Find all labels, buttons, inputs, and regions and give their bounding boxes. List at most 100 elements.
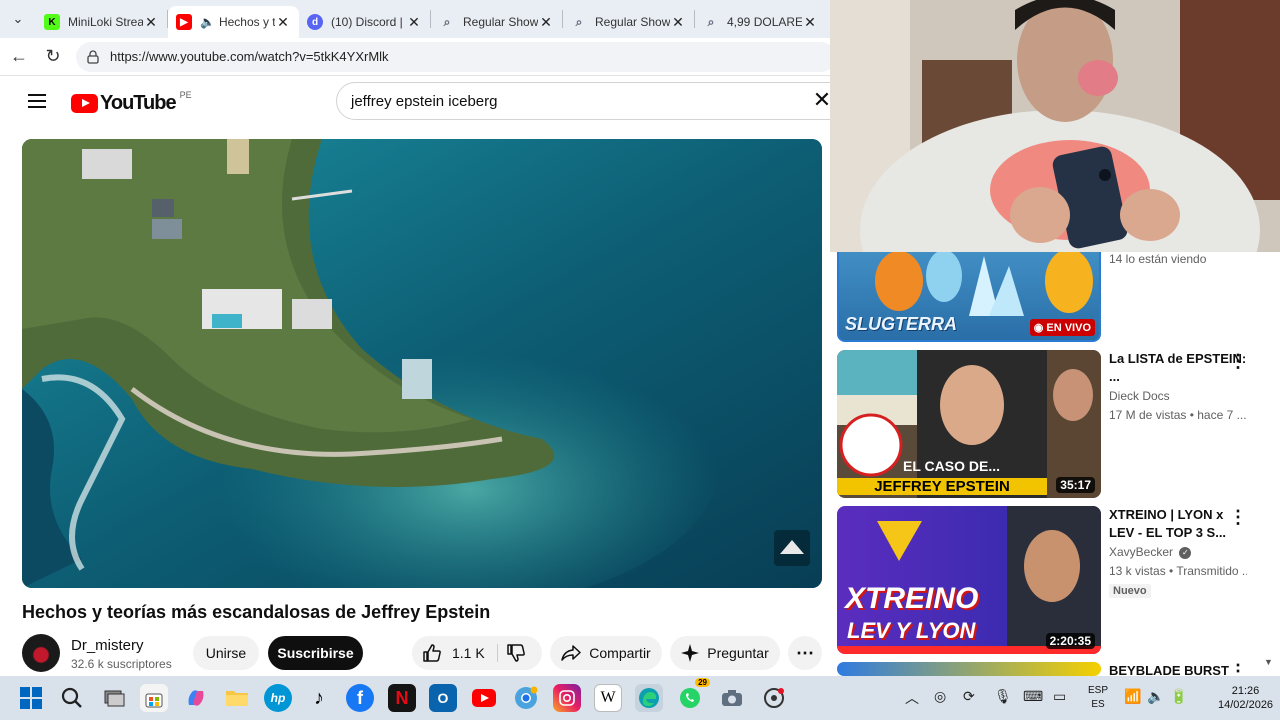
speaker-icon[interactable]: 🔈 (200, 15, 215, 29)
like-button[interactable] (422, 643, 442, 663)
youtube-logo[interactable]: YouTube PE (71, 90, 192, 115)
volume-icon[interactable]: 🔈 (1147, 688, 1164, 705)
youtube-header: YouTube PE jeffrey epstein iceberg ✕ (0, 77, 836, 125)
join-button[interactable]: Unirse (193, 636, 259, 670)
clear-search-icon[interactable]: ✕ (812, 89, 832, 111)
like-dislike-group: 1.1 K (412, 636, 542, 670)
sync-icon[interactable]: ⟳ (963, 688, 975, 705)
windows-taskbar: hp ♪ f N O W 29 ︿ ◎ ⟳ 🎙 ⌨ ▭ ESP ES � (0, 676, 1280, 720)
tab-regular-show-2[interactable]: ⌕ Regular Show E ✕ (563, 6, 694, 38)
share-icon (561, 644, 582, 662)
microphone-icon[interactable]: 🎙 (994, 688, 1012, 705)
close-icon[interactable]: ✕ (802, 14, 818, 31)
video-thumbnail[interactable] (837, 662, 1101, 676)
reload-icon[interactable]: ↻ (36, 40, 70, 74)
screen-recorder-icon[interactable] (760, 684, 788, 712)
close-icon[interactable]: ✕ (275, 14, 291, 31)
input-language[interactable]: ESP ES (1088, 684, 1108, 712)
video-thumbnail[interactable]: XTREINO LEV Y LYON 2:20:35 (837, 506, 1101, 654)
task-view-icon[interactable] (100, 684, 128, 712)
search-value: jeffrey epstein iceberg (351, 92, 498, 110)
outlook-icon[interactable]: O (429, 684, 457, 712)
tab-youtube-active[interactable]: ▶ 🔈 Hechos y t ✕ (168, 6, 299, 38)
keyboard-icon[interactable]: ⌨ (1023, 688, 1043, 705)
search-icon: ⌕ (443, 14, 451, 29)
tab-dolares[interactable]: ⌕ 4,99 DOLARES ✕ (695, 6, 826, 38)
tray-overflow-chevron-icon[interactable]: ︿ (905, 688, 919, 708)
youtube-icon: ▶ (176, 14, 192, 30)
recommendation-title[interactable]: XTREINO | LYON x LEV - EL TOP 3 S... (1109, 506, 1247, 542)
copilot-icon[interactable] (182, 684, 210, 712)
recommendation-channel[interactable]: XavyBecker (1109, 545, 1173, 559)
tab-miniloki[interactable]: K MiniLoki Stream ✕ (36, 6, 167, 38)
tray-app-icon[interactable]: ◎ (934, 688, 946, 705)
scroll-down-arrow-icon[interactable]: ▼ (1264, 657, 1273, 667)
video-player[interactable] (22, 139, 822, 588)
thumbnail-text: XTREINO (845, 582, 979, 615)
recommendation-channel-row[interactable]: XavyBecker ✓ (1109, 543, 1247, 562)
more-vert-icon[interactable]: ⋮ (1229, 508, 1247, 528)
recommendation-item[interactable]: BEYBLADE BURST ⋮ (837, 662, 1277, 676)
instagram-icon[interactable] (553, 684, 581, 712)
ask-button[interactable]: Preguntar (670, 636, 780, 670)
like-count: 1.1 K (452, 645, 485, 661)
menu-icon[interactable] (28, 94, 46, 108)
address-bar[interactable]: https://www.youtube.com/watch?v=5tkK4YXr… (76, 41, 836, 72)
recommendation-title[interactable]: BEYBLADE BURST (1109, 664, 1247, 677)
hp-icon[interactable]: hp (264, 684, 292, 712)
video-thumbnail[interactable]: EL CASO DE... JEFFREY EPSTEIN 35:17 (837, 350, 1101, 498)
verified-check-icon: ✓ (1179, 546, 1192, 559)
recommendation-item[interactable]: XTREINO LEV Y LYON 2:20:35 XTREINO | LYO… (837, 506, 1277, 654)
camera-icon[interactable] (718, 684, 746, 712)
facebook-icon[interactable]: f (346, 684, 374, 712)
whatsapp-icon[interactable]: 29 (676, 678, 710, 712)
search-input[interactable]: jeffrey epstein iceberg (336, 82, 836, 120)
more-actions-button[interactable]: ⋯ (788, 636, 822, 670)
back-arrow-icon[interactable]: ← (2, 40, 36, 74)
search-icon: ⌕ (575, 14, 583, 29)
youtube-app-icon[interactable] (470, 684, 498, 712)
wifi-icon[interactable]: 📶 (1124, 688, 1141, 705)
site-info-icon[interactable] (86, 49, 100, 64)
microsoft-store-icon[interactable] (140, 684, 168, 712)
tab-discord[interactable]: d (10) Discord | # ✕ (299, 6, 430, 38)
webcam-overlay (830, 0, 1280, 252)
close-icon[interactable]: ✕ (670, 14, 686, 31)
more-vert-icon[interactable]: ⋮ (1229, 662, 1247, 676)
netflix-icon[interactable]: N (388, 684, 416, 712)
wikipedia-icon[interactable]: W (594, 684, 622, 712)
new-badge: Nuevo (1109, 584, 1151, 598)
search-icon[interactable] (58, 684, 86, 712)
share-label: Compartir (589, 645, 651, 661)
thumbs-up-icon (423, 644, 441, 662)
subscribe-label: Suscribirse (277, 645, 354, 661)
channel-name[interactable]: Dr_mistery (71, 637, 144, 654)
tab-regular-show-1[interactable]: ⌕ Regular Show E ✕ (431, 6, 562, 38)
channel-avatar[interactable] (22, 634, 60, 672)
close-icon[interactable]: ✕ (143, 14, 159, 31)
more-vert-icon[interactable]: ⋮ (1229, 352, 1247, 372)
recommendation-info: XTREINO | LYON x LEV - EL TOP 3 S... Xav… (1109, 506, 1247, 599)
clock[interactable]: 21:26 14/02/2026 (1218, 684, 1273, 712)
dislike-button[interactable] (506, 643, 526, 666)
tab-actions-chevron-icon[interactable]: ⌄ (0, 0, 36, 38)
share-button[interactable]: Compartir (550, 636, 662, 670)
windows-start-icon[interactable] (17, 684, 45, 712)
display-icon[interactable]: ▭ (1053, 688, 1066, 705)
edge-icon[interactable] (635, 684, 663, 712)
close-icon[interactable]: ✕ (406, 14, 422, 31)
recommendation-channel[interactable]: Dieck Docs (1109, 387, 1247, 406)
logo-text: YouTube (100, 92, 177, 114)
recommendation-item[interactable]: EL CASO DE... JEFFREY EPSTEIN 35:17 La L… (837, 350, 1277, 498)
kick-icon: K (44, 14, 60, 30)
battery-icon[interactable]: 🔋 (1170, 688, 1187, 705)
language-code: ESP (1088, 685, 1109, 696)
chrome-canary-icon[interactable] (512, 684, 540, 712)
url-text: https://www.youtube.com/watch?v=5tkK4YXr… (110, 49, 389, 64)
subscribe-button[interactable]: Suscribirse (268, 636, 363, 670)
close-icon[interactable]: ✕ (538, 14, 554, 31)
player-overlay-icon[interactable] (774, 530, 810, 566)
tiktok-icon[interactable]: ♪ (305, 684, 333, 712)
file-explorer-icon[interactable] (223, 684, 251, 712)
recommendation-title[interactable]: La LISTA de EPSTEIN: ... (1109, 350, 1247, 386)
